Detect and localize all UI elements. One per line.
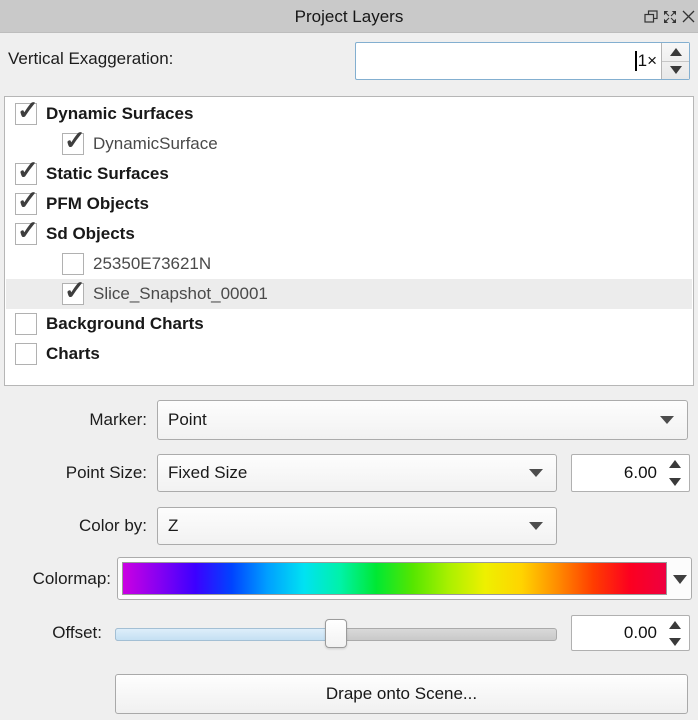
tree-row-25350e73621n[interactable]: 25350E73621N	[6, 249, 692, 279]
checkbox[interactable]	[62, 253, 84, 275]
layer-tree: ✓ Dynamic Surfaces ✓ DynamicSurface ✓ St…	[4, 96, 694, 386]
tree-row-sd-objects[interactable]: ✓ Sd Objects	[6, 219, 692, 249]
spinner-arrows	[661, 616, 689, 650]
checkbox[interactable]: ✓	[15, 103, 37, 125]
tree-row-dynamic-surfaces[interactable]: ✓ Dynamic Surfaces	[6, 99, 692, 129]
tree-row-slice-snapshot[interactable]: ✓ Slice_Snapshot_00001	[6, 279, 692, 309]
close-icon[interactable]	[680, 8, 697, 25]
drape-onto-scene-button[interactable]: Drape onto Scene...	[115, 674, 688, 714]
chevron-down-icon	[529, 469, 543, 477]
tree-item-label: Background Charts	[46, 314, 204, 334]
spin-up-icon[interactable]	[662, 43, 689, 62]
offset-number: 0.00	[576, 616, 657, 650]
marker-dropdown[interactable]: Point	[157, 400, 688, 440]
offset-spinbox[interactable]: 0.00	[571, 615, 690, 651]
tree-item-label: Charts	[46, 344, 100, 364]
tree-row-pfm-objects[interactable]: ✓ PFM Objects	[6, 189, 692, 219]
tree-row-dynamicsurface[interactable]: ✓ DynamicSurface	[6, 129, 692, 159]
tree-item-label: Sd Objects	[46, 224, 135, 244]
marker-label: Marker:	[0, 400, 147, 440]
color-by-dropdown[interactable]: Z	[157, 507, 557, 545]
spinner-arrows	[661, 455, 689, 491]
chevron-down-icon	[660, 416, 674, 424]
checkbox[interactable]	[15, 343, 37, 365]
slider-fill	[115, 628, 336, 641]
point-size-value: Fixed Size	[168, 455, 247, 491]
checkbox[interactable]: ✓	[15, 193, 37, 215]
tree-item-label: Static Surfaces	[46, 164, 169, 184]
panel-title: Project Layers	[0, 0, 698, 33]
point-size-label: Point Size:	[0, 454, 147, 492]
tree-item-label: PFM Objects	[46, 194, 149, 214]
checkbox[interactable]: ✓	[15, 223, 37, 245]
tree-row-charts[interactable]: Charts	[6, 339, 692, 369]
checkbox[interactable]: ✓	[62, 283, 84, 305]
vertical-exaggeration-spinbox[interactable]: 1×	[355, 42, 690, 80]
tree-item-label: Dynamic Surfaces	[46, 104, 193, 124]
project-layers-panel: Project Layers Vertical Exaggeration: 1×	[0, 0, 698, 720]
offset-label: Offset:	[0, 615, 102, 650]
expand-icon[interactable]	[661, 8, 678, 25]
chevron-down-icon	[673, 575, 687, 584]
title-bar: Project Layers	[0, 0, 698, 33]
colormap-label: Colormap:	[0, 557, 111, 600]
point-size-spinbox[interactable]: 6.00	[571, 454, 690, 492]
vertical-exaggeration-label: Vertical Exaggeration:	[8, 40, 173, 78]
text-cursor	[635, 51, 637, 71]
tree-item-label: Slice_Snapshot_00001	[93, 284, 268, 304]
marker-value: Point	[168, 401, 207, 439]
spin-down-icon[interactable]	[661, 473, 689, 491]
spin-down-icon[interactable]	[661, 633, 689, 650]
tree-item-label: 25350E73621N	[93, 254, 211, 274]
slider-handle[interactable]	[325, 619, 347, 648]
color-by-label: Color by:	[0, 507, 147, 545]
tree-row-background-charts[interactable]: Background Charts	[6, 309, 692, 339]
spinner-arrows	[661, 43, 689, 79]
checkbox[interactable]: ✓	[15, 163, 37, 185]
color-by-value: Z	[168, 508, 178, 544]
spin-up-icon[interactable]	[661, 455, 689, 473]
vertical-exaggeration-value: 1×	[360, 43, 657, 79]
checkbox[interactable]: ✓	[62, 133, 84, 155]
spin-down-icon[interactable]	[662, 62, 689, 80]
chevron-down-icon	[529, 522, 543, 530]
point-size-number: 6.00	[576, 455, 657, 491]
checkbox[interactable]	[15, 313, 37, 335]
colormap-dropdown[interactable]	[117, 557, 692, 600]
offset-slider[interactable]	[115, 628, 557, 641]
tree-item-label: DynamicSurface	[93, 134, 218, 154]
point-size-dropdown[interactable]: Fixed Size	[157, 454, 557, 492]
tree-row-static-surfaces[interactable]: ✓ Static Surfaces	[6, 159, 692, 189]
colormap-gradient	[122, 562, 667, 595]
spin-up-icon[interactable]	[661, 616, 689, 633]
float-icon[interactable]	[642, 8, 659, 25]
